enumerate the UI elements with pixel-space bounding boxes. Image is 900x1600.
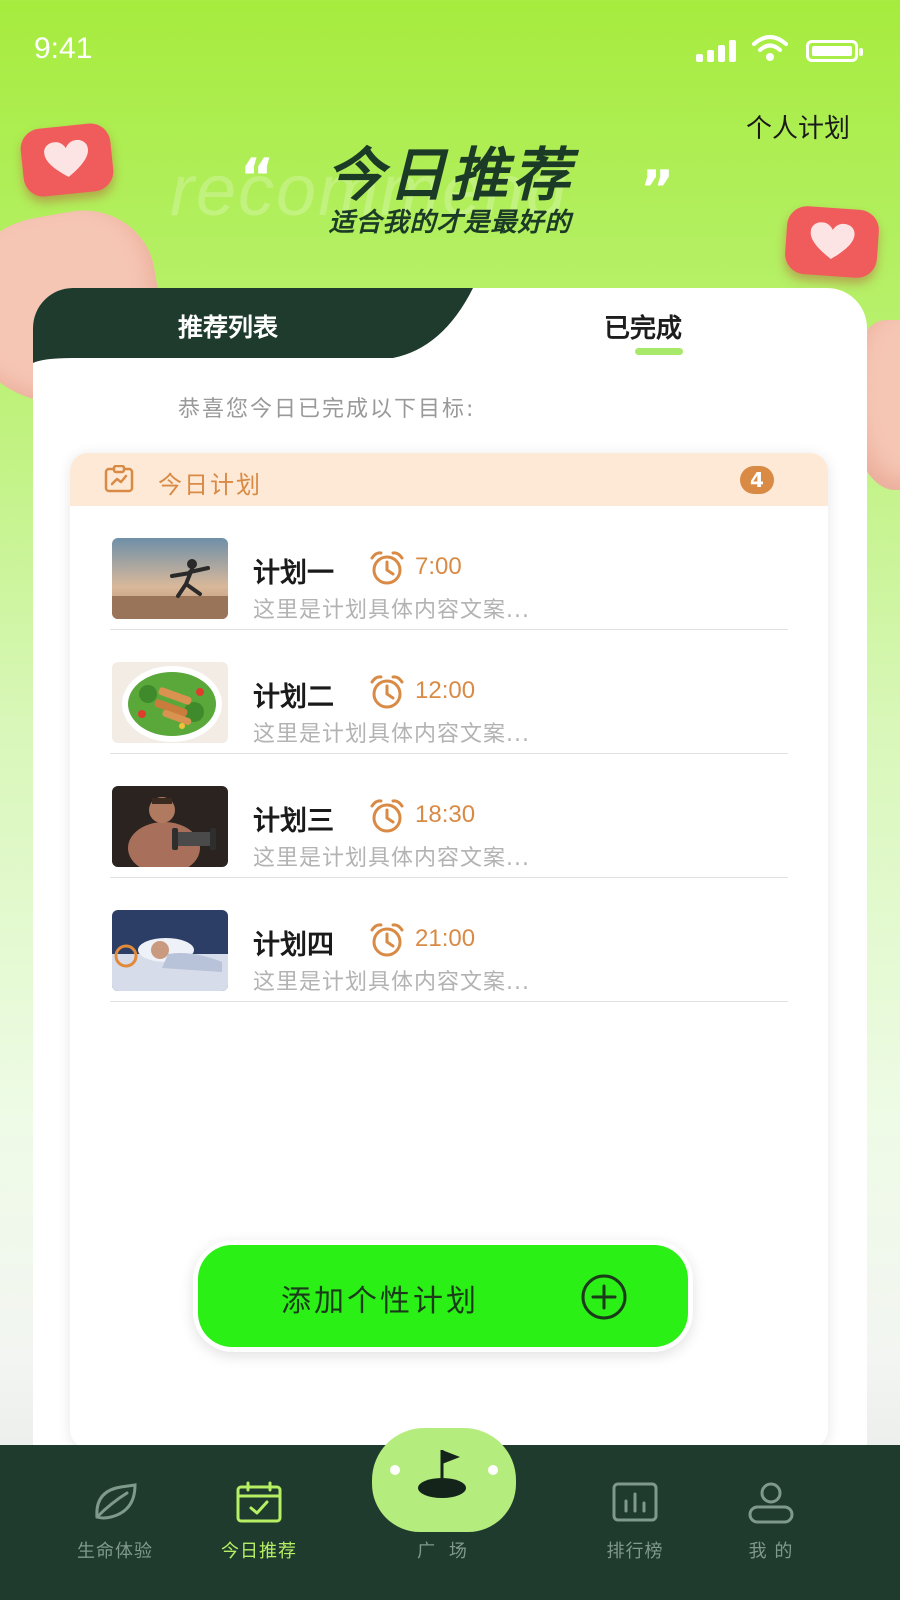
alarm-clock-icon xyxy=(370,923,404,957)
divider xyxy=(110,1001,788,1002)
panel-title: 今日计划 xyxy=(158,471,262,499)
alarm-clock-icon xyxy=(370,551,404,585)
plan-name: 计划三 xyxy=(253,806,334,837)
add-plan-button-wrapper: 添加个性计划 xyxy=(193,1240,693,1352)
plan-item[interactable]: 计划三 18:30 这里是计划具体内容文案... xyxy=(70,754,828,878)
congrats-text: 恭喜您今日已完成以下目标: xyxy=(178,397,476,422)
nav-item-profile[interactable]: 我 的 xyxy=(711,1445,831,1600)
person-sleeping-photo xyxy=(112,910,228,991)
plan-description: 这里是计划具体内容文案... xyxy=(253,970,530,995)
battery-icon xyxy=(806,40,863,62)
nav-item-life-experience[interactable]: 生命体验 xyxy=(55,1445,175,1600)
tab-completed[interactable]: 已完成 xyxy=(593,308,693,345)
bar-chart-icon xyxy=(612,1482,658,1522)
add-plan-label: 添加个性计划 xyxy=(281,1284,479,1319)
leaf-icon xyxy=(95,1483,137,1520)
nav-item-today-recommend[interactable]: 今日推荐 xyxy=(199,1445,319,1600)
plan-name: 计划二 xyxy=(253,682,334,713)
nav-label: 今日推荐 xyxy=(221,1541,297,1562)
nav-label: 我 的 xyxy=(748,1541,794,1562)
nav-label: 排行榜 xyxy=(606,1541,664,1562)
plan-name: 计划四 xyxy=(253,930,334,961)
plan-time: 7:00 xyxy=(415,553,462,580)
runner-stretching-photo xyxy=(112,538,228,619)
plan-description: 这里是计划具体内容文案... xyxy=(253,846,530,871)
tab-active-indicator xyxy=(635,348,683,355)
nav-item-leaderboard[interactable]: 排行榜 xyxy=(575,1445,695,1600)
plan-description: 这里是计划具体内容文案... xyxy=(253,598,530,623)
clipboard-chart-icon xyxy=(104,465,134,493)
wifi-icon xyxy=(752,35,788,61)
page-title: 今日推荐 xyxy=(325,141,574,209)
plan-item[interactable]: 计划一 7:00 这里是计划具体内容文案... xyxy=(70,506,828,630)
plan-item[interactable]: 计划四 21:00 这里是计划具体内容文案... xyxy=(70,878,828,1002)
plan-description: 这里是计划具体内容文案... xyxy=(253,722,530,747)
salad-plate-photo xyxy=(112,662,228,743)
panel-header: 今日计划 4 xyxy=(70,453,828,506)
plan-time: 21:00 xyxy=(415,925,476,952)
plan-count-badge: 4 xyxy=(740,466,774,494)
plan-time: 18:30 xyxy=(415,801,476,828)
status-bar: 9:41 xyxy=(0,0,900,100)
nav-label-square: 广 场 xyxy=(417,1541,471,1562)
plan-list: 计划一 7:00 这里是计划具体内容文案... 计划二 12:00 这里是计划具… xyxy=(70,506,828,1002)
plan-time: 12:00 xyxy=(415,677,476,704)
alarm-clock-icon xyxy=(370,675,404,709)
plan-name: 计划一 xyxy=(253,558,334,589)
alarm-clock-icon xyxy=(370,799,404,833)
calendar-check-icon xyxy=(236,1481,282,1523)
golf-flag-icon xyxy=(418,1450,466,1498)
page-subtitle: 适合我的才是最好的 xyxy=(328,208,572,238)
plan-item[interactable]: 计划二 12:00 这里是计划具体内容文案... xyxy=(70,630,828,754)
man-with-dumbbell-photo xyxy=(112,786,228,867)
nav-item-square[interactable] xyxy=(372,1428,516,1532)
add-custom-plan-button[interactable]: 添加个性计划 xyxy=(198,1245,688,1347)
status-time: 9:41 xyxy=(34,32,93,65)
user-icon xyxy=(748,1482,794,1524)
tab-recommend-list[interactable]: 推荐列表 xyxy=(133,308,323,344)
plus-circle-icon xyxy=(581,1274,627,1320)
decor-dot xyxy=(390,1465,400,1475)
decor-dot xyxy=(488,1465,498,1475)
signal-icon xyxy=(696,38,740,62)
nav-label: 生命体验 xyxy=(77,1541,153,1562)
